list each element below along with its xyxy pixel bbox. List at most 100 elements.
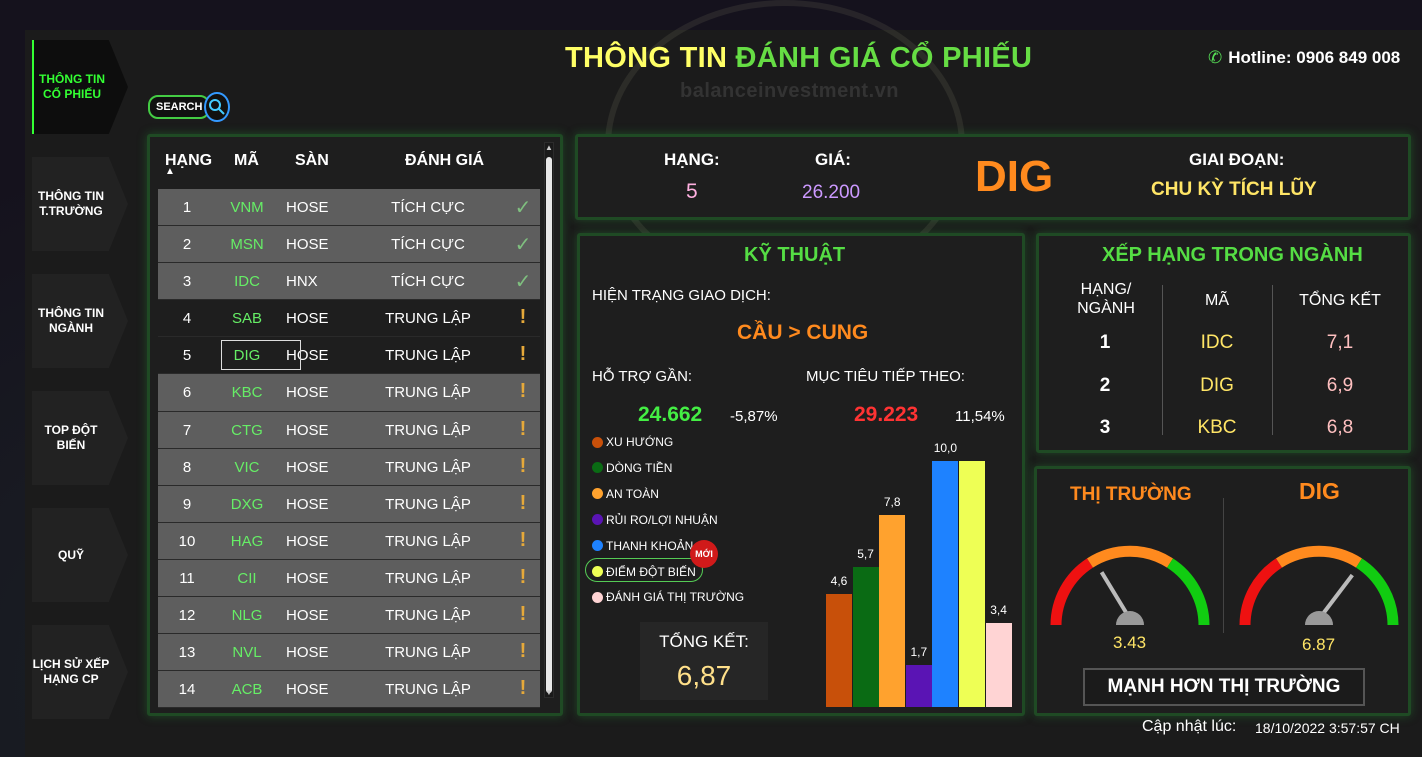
code-cell: MSN [230, 236, 264, 254]
legend-label: AN TOÀN [606, 486, 659, 501]
code-cell: SAB [231, 310, 262, 328]
chart-bar[interactable] [932, 461, 959, 707]
chart-bar-label: 3,4 [990, 603, 1007, 618]
legend-dot-icon [592, 462, 603, 474]
warning-icon: ! [519, 528, 527, 551]
table-row[interactable]: 6 KBC HOSE TRUNG LẬP! [158, 374, 540, 412]
table-row[interactable]: 1 VNM HOSE TÍCH CỰC ✓ [158, 189, 540, 227]
scrollbar[interactable]: ▲ ▼ [544, 142, 554, 698]
trading-status-value: CẦU > CUNG [737, 321, 869, 344]
code-cell: IDC [234, 273, 260, 291]
warning-icon: ! [519, 603, 527, 626]
code-cell: CII [237, 569, 257, 587]
chart-bar[interactable] [852, 566, 879, 707]
hotline-text: Hotline: 0906 849 008 [1228, 48, 1401, 67]
sidebar-item-rank-history[interactable]: LỊCH SỬ XẾP HẠNG CP [32, 625, 128, 719]
rank-cell: 1 [182, 199, 192, 216]
industry-total-cell: 7,1 [1326, 332, 1354, 353]
header-exchange[interactable]: SÀN [295, 152, 329, 170]
sidebar-item-industry-info[interactable]: THÔNG TIN NGÀNH [32, 274, 128, 368]
sidebar-item-fund[interactable]: QUỸ [32, 508, 128, 602]
search-icon [204, 92, 230, 122]
legend-item: THANH KHOẢN [592, 539, 693, 553]
header-rating[interactable]: ĐÁNH GIÁ [405, 152, 484, 170]
legend-label: ĐÁNH GIÁ THỊ TRƯỜNG [606, 590, 745, 605]
table-row[interactable]: 10 HAG HOSE TRUNG LẬP! [158, 522, 540, 560]
rank-cell: 14 [178, 681, 196, 699]
industry-code-cell: KBC [1197, 417, 1237, 438]
chart-bar[interactable] [985, 623, 1012, 707]
stock-gauge-value: 6.87 [1302, 635, 1336, 654]
warning-icon: ! [519, 306, 527, 329]
table-row[interactable]: 3 IDC HNX TÍCH CỰC ✓ [158, 263, 540, 301]
code-cell: CTG [231, 421, 263, 439]
table-row[interactable]: 9 DXG HOSE TRUNG LẬP! [158, 485, 540, 523]
legend-label: RỦI RO/LỢI NHUẬN [606, 512, 718, 527]
industry-rank-title: XẾP HẠNG TRONG NGÀNH [1102, 244, 1363, 266]
chart-bar-label: 5,7 [857, 546, 874, 561]
table-row[interactable]: 13 NVL HOSE TRUNG LẬP! [158, 634, 540, 672]
industry-total-cell: 6,9 [1326, 374, 1354, 396]
sort-asc-icon: ▲ [165, 166, 175, 177]
market-gauge [1050, 545, 1210, 626]
warning-icon: ! [519, 565, 527, 588]
legend-item: AN TOÀN [592, 487, 659, 501]
exchange-cell: HNX [286, 273, 318, 291]
rank-value: 5 [686, 180, 698, 203]
table-row[interactable]: 5 DIG HOSE TRUNG LẬP! [158, 337, 540, 375]
exchange-cell: HOSE [286, 199, 329, 216]
check-icon: ✓ [514, 197, 532, 219]
industry-total-cell: 6,8 [1326, 417, 1354, 438]
legend-dot-icon [592, 514, 603, 526]
sidebar-item-market-info[interactable]: THÔNG TIN T.TRƯỜNG [32, 157, 128, 251]
exchange-cell: HOSE [286, 384, 329, 402]
code-cell: VIC [234, 458, 260, 476]
chart-bar-label: 4,6 [830, 573, 848, 588]
industry-code-cell: DIG [1200, 374, 1234, 396]
sidebar-item-stock-info[interactable]: THÔNG TIN CỔ PHIẾU [32, 40, 128, 134]
table-row[interactable]: 2 MSN HOSE TÍCH CỰC ✓ [158, 226, 540, 264]
industry-rank-cell: 1 [1099, 332, 1111, 353]
table-row[interactable]: 4 SAB HOSE TRUNG LẬP! [158, 300, 540, 338]
table-row[interactable]: 11 CII HOSE TRUNG LẬP! [158, 559, 540, 598]
scroll-down-icon[interactable]: ▼ [545, 688, 553, 697]
chart-bar-label: 1,7 [910, 645, 928, 660]
table-row[interactable]: 12 NLG HOSE TRUNG LẬP! [158, 597, 540, 635]
sidebar-item-top-breakout[interactable]: TOP ĐỘT BIẾN [32, 391, 128, 485]
chart-bar[interactable] [826, 593, 852, 707]
exchange-cell: HOSE [286, 495, 329, 513]
search-button[interactable]: SEARCH [148, 92, 230, 122]
price-label: GIÁ: [815, 150, 851, 169]
warning-icon: ! [519, 417, 527, 440]
industry-divider-2 [1272, 285, 1273, 435]
table-row[interactable]: 7 CTG HOSE TRUNG LẬP! [158, 411, 540, 449]
stock-table-body: 1 VNM HOSE TÍCH CỰC ✓ 2 MSN HOSE TÍCH CỰC ✓ 3 IDC HN… [158, 189, 540, 709]
legend-label: THANH KHOẢN [606, 538, 694, 553]
price-value: 26.200 [802, 182, 861, 203]
table-row[interactable]: 8 VIC HOSE TRUNG LẬP! [158, 448, 540, 486]
rating-cell: TRUNG LẬP [385, 421, 471, 439]
table-row[interactable]: 14 ACB HOSE TRUNG LẬP! [158, 671, 540, 709]
verdict-box: MẠNH HƠN THỊ TRƯỜNG [1083, 668, 1365, 706]
legend-dot-icon [592, 591, 603, 603]
chart-bar[interactable] [905, 665, 932, 707]
stock-gauge-title: DIG [1299, 478, 1340, 504]
support-percent: -5,87% [730, 408, 778, 425]
chart-bar[interactable] [959, 461, 985, 707]
exchange-cell: HOSE [286, 681, 329, 699]
rating-cell: TÍCH CỰC [391, 236, 465, 254]
hotline[interactable]: ✆ Hotline: 0906 849 008 [1208, 48, 1400, 68]
watermark-text: balanceinvestment.vn [680, 80, 899, 102]
rating-cell: TRUNG LẬP [385, 569, 471, 587]
scrollbar-thumb[interactable] [546, 157, 552, 693]
scroll-up-icon[interactable]: ▲ [545, 143, 553, 152]
chart-bar[interactable] [879, 515, 906, 707]
industry-code-cell: IDC [1200, 332, 1234, 353]
rank-cell: 11 [179, 569, 195, 587]
legend-label: DÒNG TIỀN [606, 460, 673, 475]
header-code[interactable]: MÃ [234, 152, 259, 170]
industry-header-code: MÃ [1205, 292, 1229, 309]
target-percent: 11,54% [955, 408, 1005, 425]
code-cell: KBC [231, 384, 263, 402]
market-gauge-title: THỊ TRƯỜNG [1070, 484, 1192, 505]
